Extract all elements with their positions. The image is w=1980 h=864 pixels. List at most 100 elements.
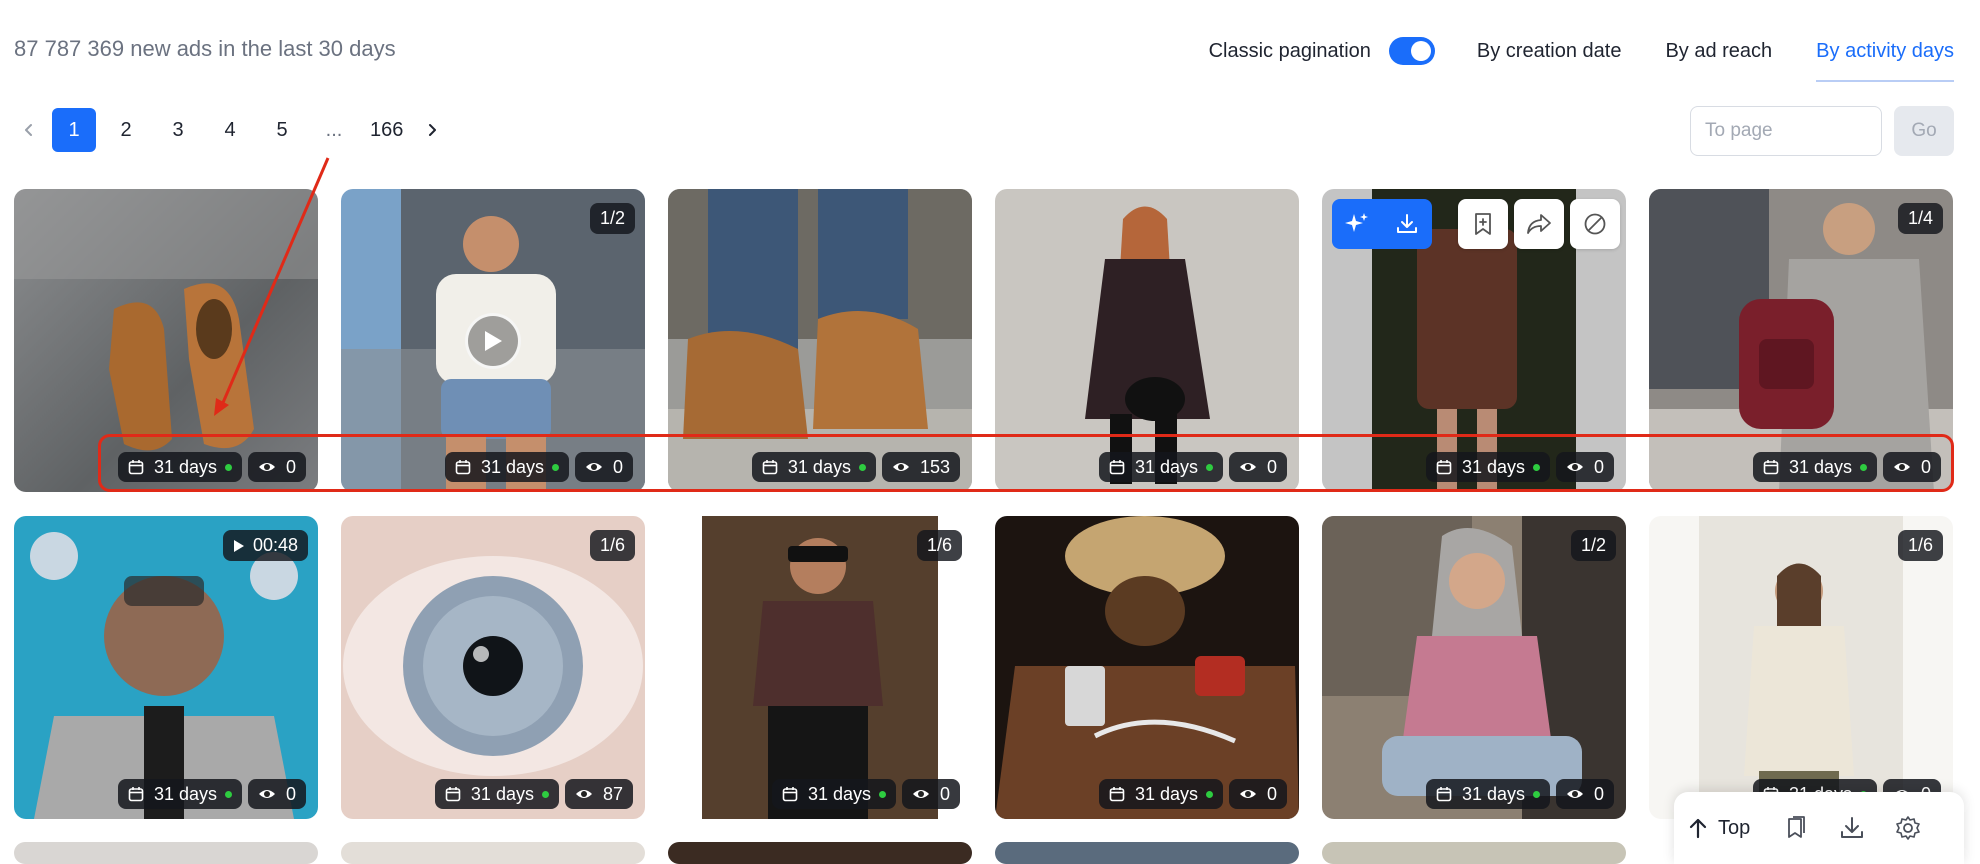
active-days-badge: 31 days [444,452,569,482]
card-stats: 31 days 0 [439,452,633,482]
to-page-input[interactable] [1690,106,1882,156]
card-stats: 31 days 153 [746,452,960,482]
ad-card-17[interactable] [1322,842,1626,864]
ad-thumbnail [14,189,318,492]
days-value: 31 days [480,456,544,477]
gear-icon[interactable] [1890,810,1926,846]
active-status-dot [1205,463,1213,471]
ai-actions-group [1332,199,1432,249]
ad-card-13[interactable] [14,842,318,864]
page-2-button[interactable]: 2 [104,108,148,152]
page-4-button[interactable]: 4 [208,108,252,152]
ad-card-8[interactable]: 1/6 31 days 87 [341,516,645,819]
calendar-icon [782,787,798,802]
scroll-top-button[interactable]: Top [1688,817,1750,840]
ad-card-10[interactable]: 31 days 0 [995,516,1299,819]
days-value: 31 days [153,783,217,804]
views-badge: 0 [1228,452,1287,482]
ad-card-1[interactable]: 31 days 0 [14,189,318,492]
sparkle-icon[interactable] [1332,199,1382,249]
active-status-dot [551,463,559,471]
active-days-badge: 31 days [117,452,242,482]
toggle-knob [1410,41,1431,61]
download-icon[interactable] [1834,810,1870,846]
sort-by-activity-days[interactable]: By activity days [1816,30,1954,82]
eye-icon [1893,463,1910,471]
page-1-button[interactable]: 1 [52,108,96,152]
video-duration-badge: 00:48 [222,530,308,561]
sort-by-creation-date[interactable]: By creation date [1477,30,1622,72]
card-stats: 31 days 0 [1093,779,1287,809]
card-actions-group [1458,199,1626,249]
eye-icon [1239,463,1256,471]
calendar-icon [128,460,144,475]
ad-card-9[interactable]: 1/6 31 days 0 [668,516,972,819]
active-status-dot [541,790,549,798]
days-value: 31 days [1134,456,1198,477]
views-value: 0 [939,783,950,804]
page-5-button[interactable]: 5 [260,108,304,152]
page-3-button[interactable]: 3 [156,108,200,152]
views-value: 0 [1266,456,1277,477]
ad-card-2[interactable]: 1/2 31 days 0 [341,189,645,492]
page-166-button[interactable]: 166 [364,108,409,152]
ad-card-16[interactable] [995,842,1299,864]
top-label: Top [1718,816,1751,839]
arrow-up-icon [1689,818,1707,839]
eye-icon [575,790,592,798]
go-button[interactable]: Go [1894,106,1954,156]
play-icon[interactable] [465,312,521,369]
ad-thumbnail [1649,189,1953,492]
active-status-dot [1859,463,1867,471]
floating-toolbar: Top [1674,792,1964,864]
sort-by-ad-reach[interactable]: By ad reach [1665,30,1772,72]
eye-icon [892,463,909,471]
header: 87 787 369 new ads in the last 30 days C… [0,0,1980,100]
views-badge: 0 [247,779,306,809]
calendar-icon [762,460,778,475]
prev-page-button[interactable] [14,108,44,152]
ad-thumbnail [1322,516,1626,819]
card-stats: 31 days 0 [1747,452,1941,482]
ad-card-14[interactable] [341,842,645,864]
active-status-dot [224,463,232,471]
ad-thumbnail [995,516,1299,819]
ad-card-6[interactable]: 1/4 31 days 0 [1649,189,1953,492]
ad-card-11[interactable]: 1/2 31 days 0 [1322,516,1626,819]
bookmark-add-icon[interactable] [1458,199,1508,249]
active-days-badge: 31 days [1752,452,1877,482]
views-value: 0 [1593,783,1604,804]
views-badge: 0 [1882,452,1941,482]
share-icon[interactable] [1514,199,1564,249]
block-icon[interactable] [1570,199,1620,249]
views-value: 0 [612,456,623,477]
chevron-right-icon [429,124,437,136]
download-icon[interactable] [1382,199,1432,249]
active-status-dot [858,463,866,471]
active-status-dot [1205,790,1213,798]
active-days-badge: 31 days [1425,779,1550,809]
ad-card-12[interactable]: 1/6 31 days 0 [1649,516,1953,819]
carousel-count-badge: 1/2 [589,203,635,234]
eye-icon [585,463,602,471]
days-value: 31 days [807,783,871,804]
copy-icon[interactable] [1778,810,1814,846]
card-stats: 31 days 0 [1420,452,1614,482]
next-page-button[interactable] [417,108,447,152]
days-value: 31 days [1134,783,1198,804]
ad-thumbnail [1649,516,1953,819]
chevron-left-icon [25,124,32,136]
ad-thumbnail [995,189,1299,492]
pagination-ellipsis: ... [325,119,343,141]
ad-card-5[interactable]: 31 days 0 [1322,189,1626,492]
days-value: 31 days [1461,783,1525,804]
carousel-count-badge: 1/6 [1897,530,1943,561]
card-stats: 31 days 0 [112,452,306,482]
ad-card-7[interactable]: 00:48 31 days 0 [14,516,318,819]
ad-card-3[interactable]: 31 days 153 [668,189,972,492]
ad-card-4[interactable]: 31 days 0 [995,189,1299,492]
goto-page: Go [1690,106,1954,156]
ad-card-15[interactable] [668,842,972,864]
classic-pagination-label: Classic pagination [1208,39,1371,62]
classic-pagination-toggle[interactable] [1388,37,1435,65]
